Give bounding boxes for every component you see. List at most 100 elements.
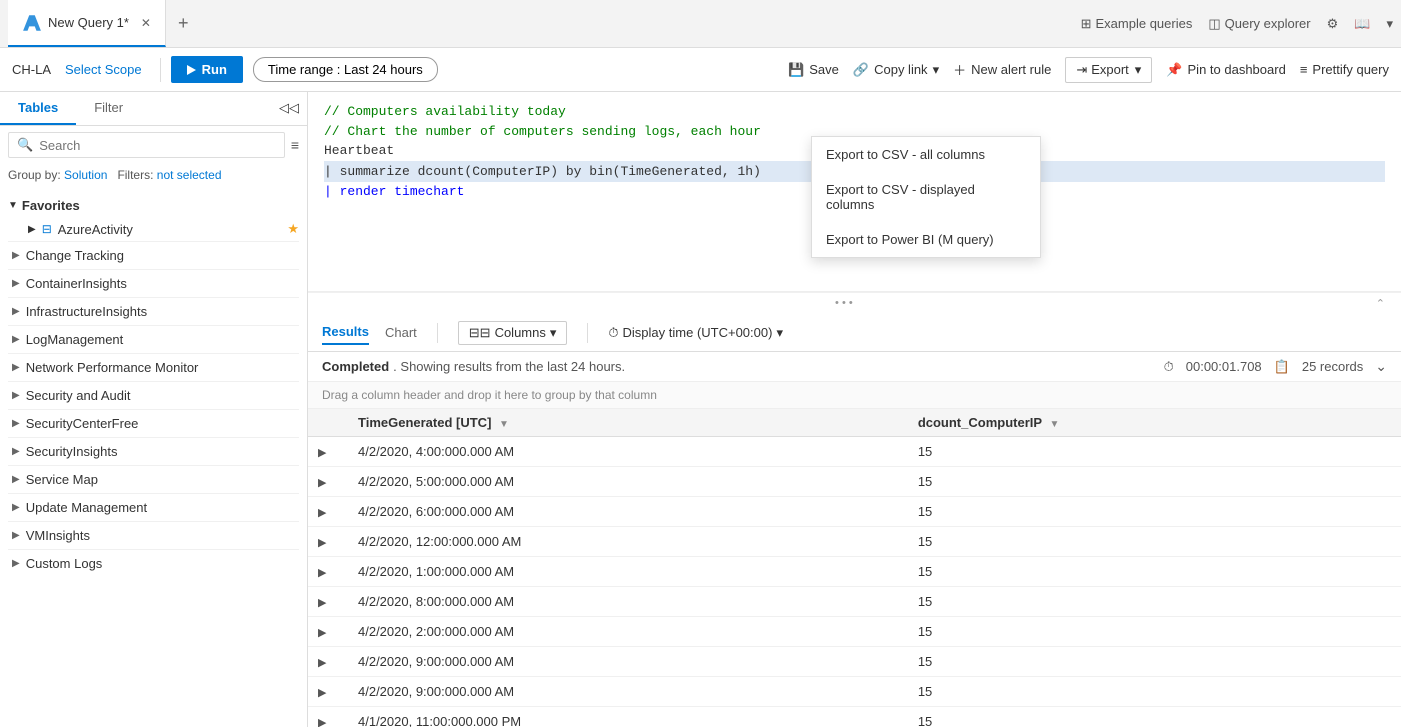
clock-icon: ⏱ [608, 325, 618, 341]
search-input[interactable] [39, 138, 276, 153]
tab-label: New Query 1* [48, 15, 129, 30]
favorites-header[interactable]: ▼ Favorites [8, 194, 299, 217]
tree-item-securityinsights[interactable]: ▶SecurityInsights [8, 437, 299, 465]
chevron-right-icon: ▶ [12, 362, 20, 373]
add-tab-button[interactable]: + [166, 0, 201, 47]
tree-item-securitycenterfree[interactable]: ▶SecurityCenterFree [8, 409, 299, 437]
tree-item-logmanagement[interactable]: ▶LogManagement [8, 325, 299, 353]
tree-item-network-performance-monitor[interactable]: ▶Network Performance Monitor [8, 353, 299, 381]
tree-items-container: ▶Change Tracking▶ContainerInsights▶Infra… [8, 241, 299, 577]
example-queries-button[interactable]: ⊞ Example queries [1081, 16, 1193, 32]
chevron-down-button[interactable]: ▾ [1386, 16, 1393, 32]
row-expander[interactable]: ▶ [308, 527, 348, 557]
col-filter-icon[interactable]: ▼ [499, 419, 509, 430]
tree-item-containerinsights[interactable]: ▶ContainerInsights [8, 269, 299, 297]
col-timegenerated-header[interactable]: TimeGenerated [UTC] ▼ [348, 409, 908, 437]
row-dcount: 15 [908, 677, 1401, 707]
copy-link-chevron: ▾ [933, 62, 940, 78]
table-row[interactable]: ▶ 4/2/2020, 9:00:000.000 AM 15 [308, 647, 1401, 677]
select-scope-button[interactable]: Select Scope [65, 62, 142, 77]
row-expander[interactable]: ▶ [308, 617, 348, 647]
row-expander[interactable]: ▶ [308, 437, 348, 467]
favorite-item-azureactivity[interactable]: ▶ ⊟ AzureActivity ★ [8, 217, 299, 241]
save-icon: 💾 [788, 62, 804, 78]
chevron-right-icon: ▶ [12, 250, 20, 261]
tree-item-security-and-audit[interactable]: ▶Security and Audit [8, 381, 299, 409]
close-icon[interactable]: ✕ [141, 16, 151, 30]
columns-button[interactable]: ⊟⊟ Columns ▾ [458, 321, 568, 345]
tree-item-update-management[interactable]: ▶Update Management [8, 493, 299, 521]
run-button[interactable]: Run [171, 56, 243, 83]
tree-item-vminsights[interactable]: ▶VMInsights [8, 521, 299, 549]
display-time-button[interactable]: ⏱ Display time (UTC+00:00) ▾ [608, 325, 783, 341]
row-expander[interactable]: ▶ [308, 557, 348, 587]
gear-icon: ⚙ [1327, 16, 1339, 32]
time-range-button[interactable]: Time range : Last 24 hours [253, 57, 438, 82]
col-dcount-filter-icon[interactable]: ▼ [1049, 419, 1059, 430]
left-panel: Tables Filter ◁◁ 🔍 ≡ Group by: Solution … [0, 92, 308, 727]
copy-link-button[interactable]: 🔗 Copy link ▾ [853, 62, 939, 78]
search-box[interactable]: 🔍 [8, 132, 285, 158]
chevron-right-icon: ▶ [28, 224, 36, 235]
tab-chart[interactable]: Chart [385, 321, 417, 344]
collapse-panel-button[interactable]: ◁◁ [271, 92, 307, 125]
row-timegenerated: 4/2/2020, 2:00:000.000 AM [348, 617, 908, 647]
table-container: TimeGenerated [UTC] ▼ dcount_ComputerIP … [308, 409, 1401, 727]
row-dcount: 15 [908, 557, 1401, 587]
row-expander[interactable]: ▶ [308, 647, 348, 677]
col-dcount-header[interactable]: dcount_ComputerIP ▼ [908, 409, 1401, 437]
chevron-down-icon: ▼ [8, 200, 18, 211]
pin-dashboard-button[interactable]: 📌 Pin to dashboard [1166, 62, 1285, 78]
row-timegenerated: 4/2/2020, 4:00:000.000 AM [348, 437, 908, 467]
tab-tables[interactable]: Tables [0, 92, 76, 125]
row-expander[interactable]: ▶ [308, 467, 348, 497]
table-row[interactable]: ▶ 4/2/2020, 2:00:000.000 AM 15 [308, 617, 1401, 647]
tree-item-service-map[interactable]: ▶Service Map [8, 465, 299, 493]
row-expander[interactable]: ▶ [308, 497, 348, 527]
status-right: ⏱ 00:00:01.708 📋 25 records ⌄ [1164, 358, 1387, 375]
active-tab[interactable]: New Query 1* ✕ [8, 0, 166, 47]
row-expander[interactable]: ▶ [308, 707, 348, 727]
records-icon: 📋 [1274, 359, 1290, 375]
new-alert-button[interactable]: ＋ New alert rule [953, 60, 1051, 79]
tab-results[interactable]: Results [322, 320, 369, 345]
tree-item-custom-logs[interactable]: ▶Custom Logs [8, 549, 299, 577]
toolbar-actions: 💾 Save 🔗 Copy link ▾ ＋ New alert rule ⇥ … [788, 57, 1389, 83]
table-row[interactable]: ▶ 4/2/2020, 1:00:000.000 AM 15 [308, 557, 1401, 587]
azure-icon [22, 13, 42, 33]
query-explorer-button[interactable]: ◫ Query explorer [1208, 16, 1310, 32]
export-button[interactable]: ⇥ Export ▾ [1065, 57, 1152, 83]
play-icon [187, 65, 196, 75]
save-button[interactable]: 💾 Save [788, 62, 839, 78]
display-time-chevron-icon: ▾ [776, 325, 783, 341]
row-expander[interactable]: ▶ [308, 677, 348, 707]
export-option-2[interactable]: Export to Power BI (M query) [812, 222, 1040, 257]
table-row[interactable]: ▶ 4/1/2020, 11:00:000.000 PM 15 [308, 707, 1401, 727]
columns-icon: ⊟⊟ [469, 325, 491, 341]
row-dcount: 15 [908, 527, 1401, 557]
filter-icon[interactable]: ≡ [285, 137, 299, 153]
chevron-right-icon: ▶ [12, 558, 20, 569]
table-row[interactable]: ▶ 4/2/2020, 9:00:000.000 AM 15 [308, 677, 1401, 707]
row-expander[interactable]: ▶ [308, 587, 348, 617]
table-row[interactable]: ▶ 4/2/2020, 5:00:000.000 AM 15 [308, 467, 1401, 497]
collapse-editor-button[interactable]: ⌃ [1376, 297, 1397, 310]
book-button[interactable]: 📖 [1354, 16, 1370, 32]
tab-filter[interactable]: Filter [76, 92, 141, 125]
table-row[interactable]: ▶ 4/2/2020, 8:00:000.000 AM 15 [308, 587, 1401, 617]
main-layout: Tables Filter ◁◁ 🔍 ≡ Group by: Solution … [0, 92, 1401, 727]
table-row[interactable]: ▶ 4/2/2020, 4:00:000.000 AM 15 [308, 437, 1401, 467]
not-selected-link[interactable]: not selected [157, 168, 222, 182]
export-option-0[interactable]: Export to CSV - all columns [812, 137, 1040, 172]
table-row[interactable]: ▶ 4/2/2020, 6:00:000.000 AM 15 [308, 497, 1401, 527]
tree-item-change-tracking[interactable]: ▶Change Tracking [8, 241, 299, 269]
code-line-1: // Computers availability today [324, 102, 1385, 122]
export-option-1[interactable]: Export to CSV - displayed columns [812, 172, 1040, 222]
gear-button[interactable]: ⚙ [1327, 16, 1339, 32]
tree-item-infrastructureinsights[interactable]: ▶InfrastructureInsights [8, 297, 299, 325]
table-row[interactable]: ▶ 4/2/2020, 12:00:000.000 AM 15 [308, 527, 1401, 557]
prettify-button[interactable]: ≡ Prettify query [1300, 62, 1389, 77]
solution-link[interactable]: Solution [64, 168, 107, 182]
expand-button[interactable]: ⌄ [1375, 358, 1387, 375]
row-dcount: 15 [908, 497, 1401, 527]
